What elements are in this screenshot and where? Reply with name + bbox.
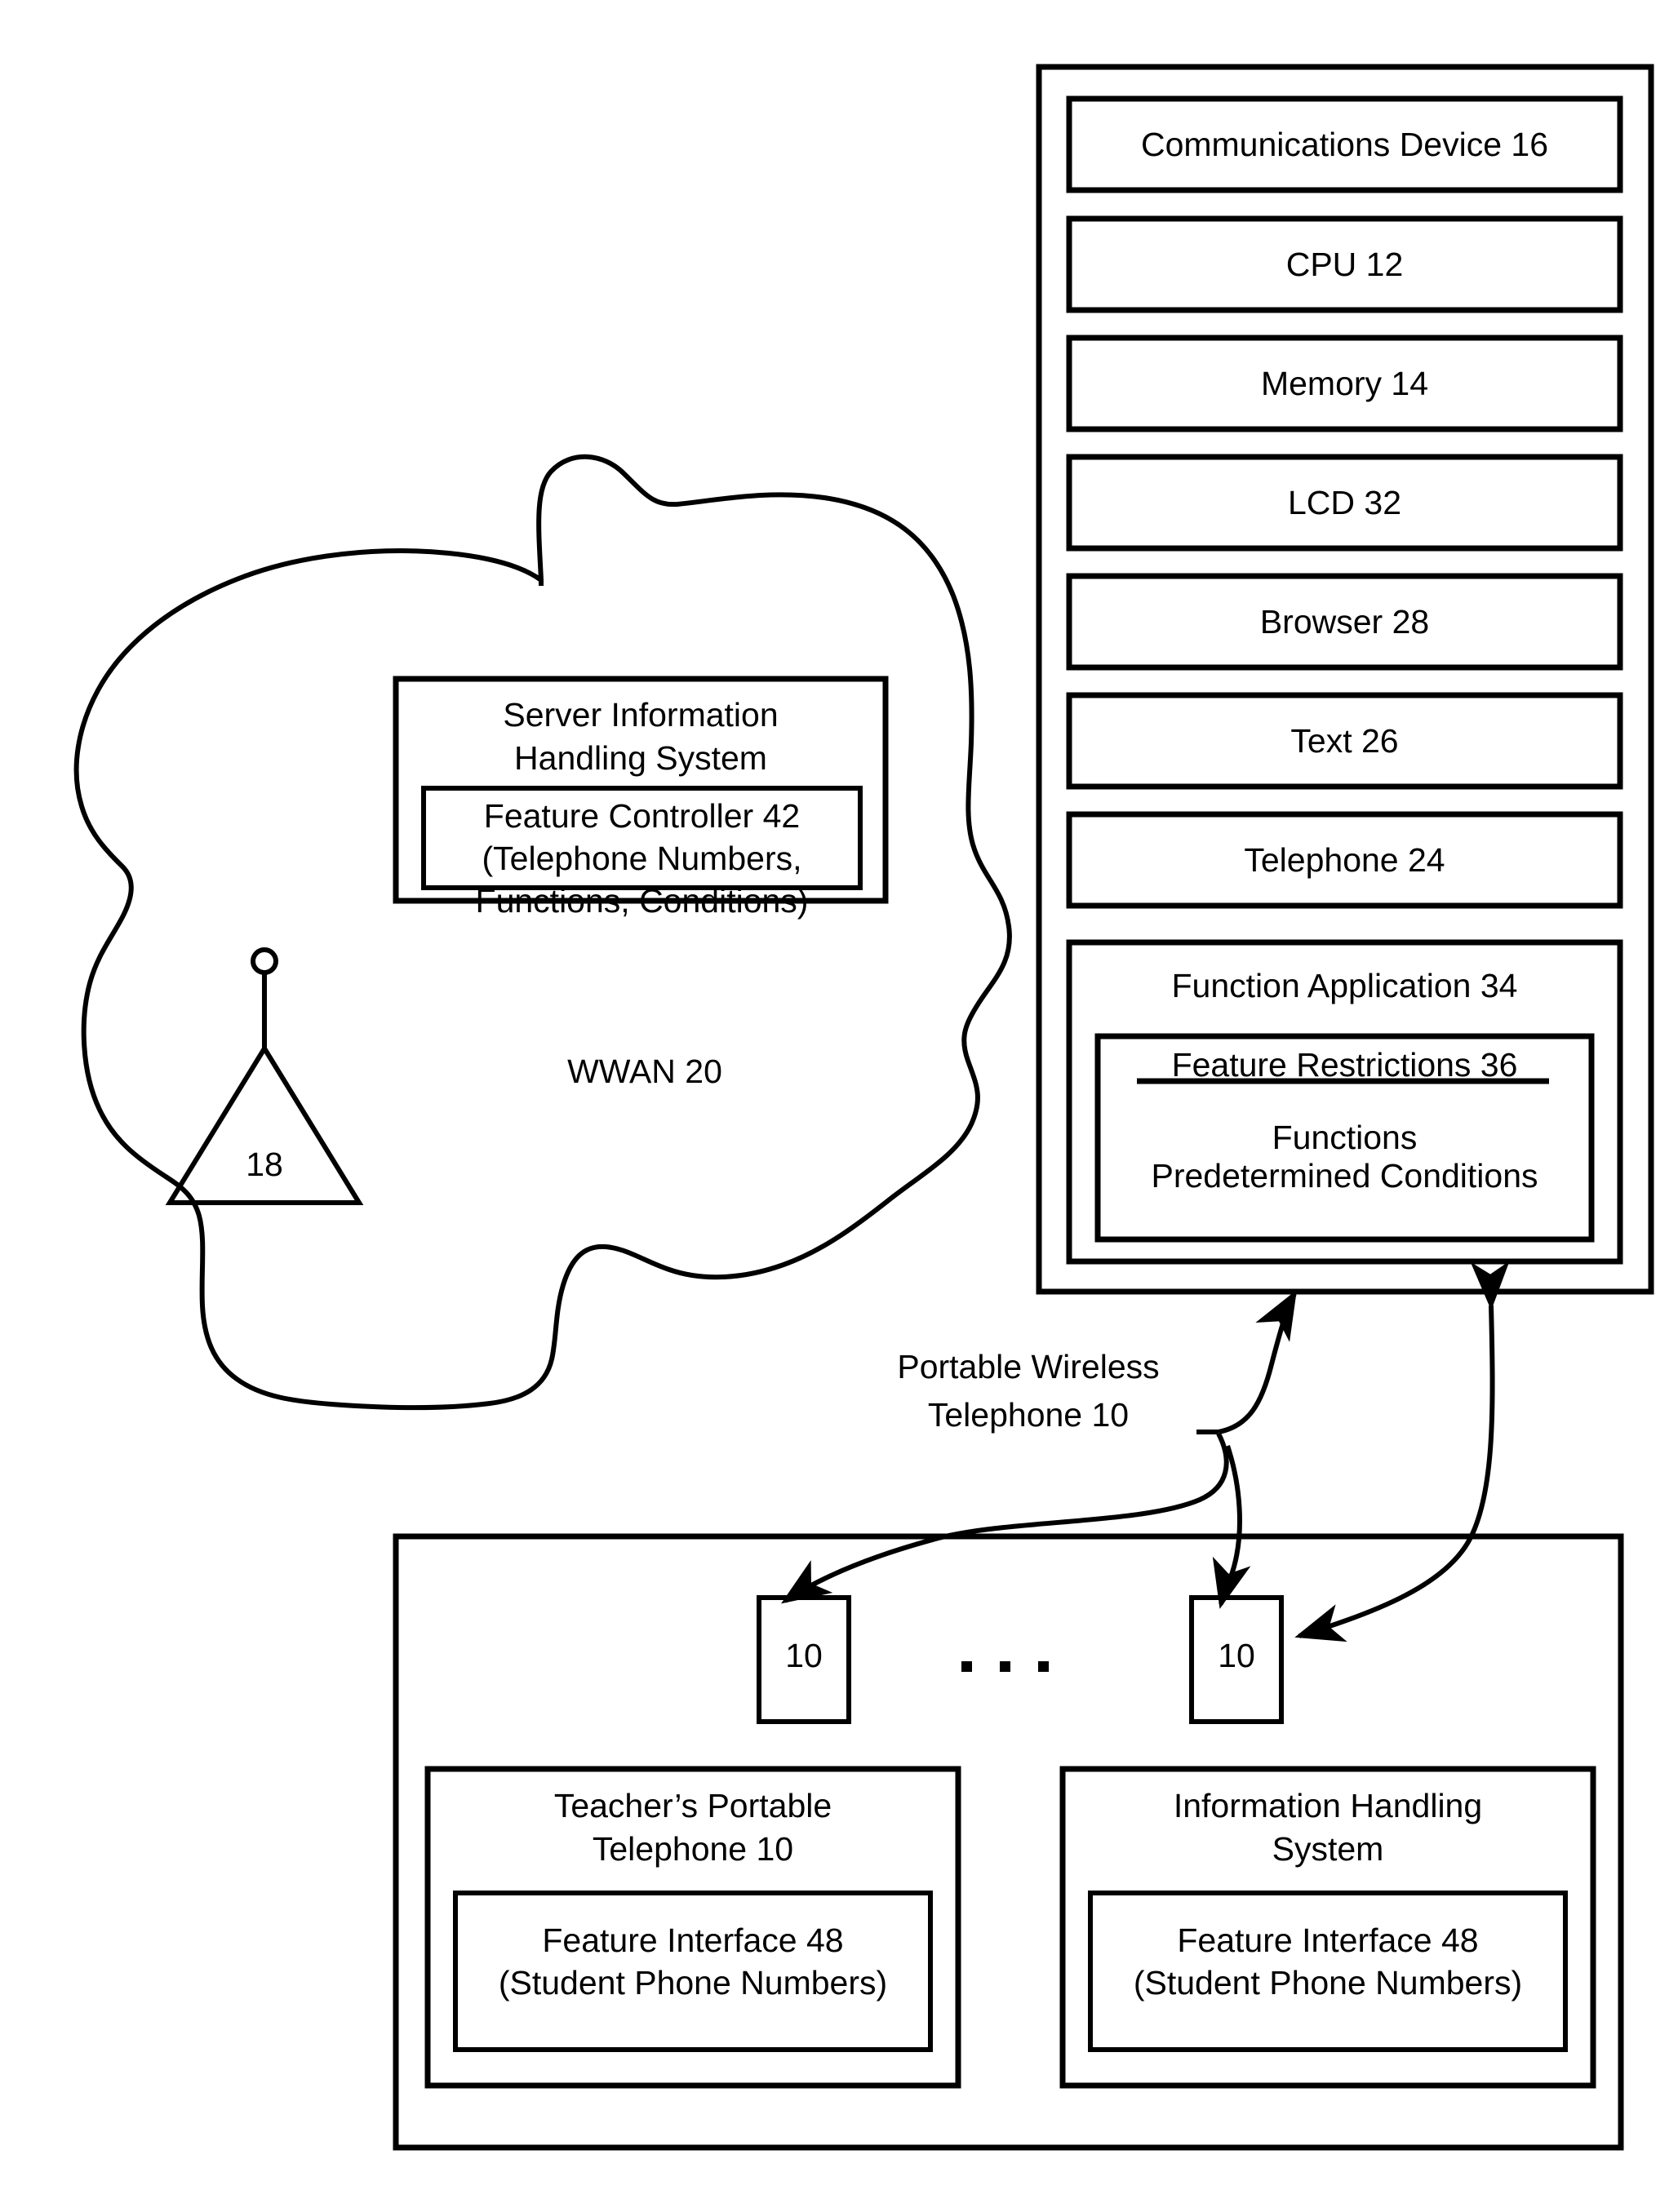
tower-reference-number: 18 xyxy=(246,1146,283,1183)
component-label-text: Text 26 xyxy=(1290,722,1399,760)
arrow-callout-to-device-panel xyxy=(1218,1289,1297,1434)
feature-controller-line-1: Feature Controller 42 xyxy=(483,797,801,835)
figure-vector-layer xyxy=(73,64,1654,2151)
server-title-line-1: Server Information xyxy=(503,696,779,734)
ellipsis-dot xyxy=(1038,1661,1049,1672)
component-label-telephone: Telephone 24 xyxy=(1244,841,1445,879)
patent-figure: Communications Device 16 CPU 12 Memory 1… xyxy=(0,0,1678,2212)
ellipsis-dot xyxy=(1000,1661,1010,1672)
server-title-line-2: Handling System xyxy=(514,739,767,777)
ihs-title-line-2: System xyxy=(1272,1830,1384,1868)
ihs-title-line-1: Information Handling xyxy=(1173,1787,1483,1824)
feature-restrictions-heading: Feature Restrictions 36 xyxy=(1171,1046,1518,1084)
callout-line-1: Portable Wireless xyxy=(897,1348,1160,1385)
ihs-feature-interface-line-1: Feature Interface 48 xyxy=(1177,1922,1479,1959)
callout-line-2: Telephone 10 xyxy=(927,1396,1130,1434)
wwan-label: WWAN 20 xyxy=(567,1053,722,1090)
ellipsis-dots xyxy=(961,1661,1049,1672)
ihs-feature-interface-line-2: (Student Phone Numbers) xyxy=(1133,1964,1523,2001)
arrow-callout-to-first-phone xyxy=(781,1432,1229,1604)
arrow-device-panel-to-second-phone xyxy=(1294,1261,1510,1642)
component-label-cpu: CPU 12 xyxy=(1285,246,1404,283)
teacher-feature-interface-line-2: (Student Phone Numbers) xyxy=(498,1964,888,2001)
feature-controller-line-3: Functions, Conditions) xyxy=(475,882,809,920)
component-label-communications-device: Communications Device 16 xyxy=(1140,126,1549,163)
teacher-title-line-2: Telephone 10 xyxy=(592,1830,794,1868)
phone-label-first: 10 xyxy=(785,1637,823,1674)
component-label-memory: Memory 14 xyxy=(1260,365,1429,402)
teacher-title-line-1: Teacher’s Portable xyxy=(553,1787,832,1824)
wwan-cloud-outline xyxy=(73,454,1012,1411)
component-label-lcd: LCD 32 xyxy=(1287,484,1401,521)
feature-restrictions-functions-line: Functions xyxy=(1272,1119,1418,1156)
feature-controller-line-2: (Telephone Numbers, xyxy=(482,840,802,877)
teacher-feature-interface-line-1: Feature Interface 48 xyxy=(542,1922,844,1959)
ellipsis-dot xyxy=(961,1661,972,1672)
phone-label-second: 10 xyxy=(1218,1637,1255,1674)
function-application-title: Function Application 34 xyxy=(1171,967,1518,1004)
feature-restrictions-conditions-line: Predetermined Conditions xyxy=(1151,1157,1538,1195)
component-label-browser: Browser 28 xyxy=(1259,603,1430,641)
tower-antenna-icon xyxy=(251,947,278,975)
